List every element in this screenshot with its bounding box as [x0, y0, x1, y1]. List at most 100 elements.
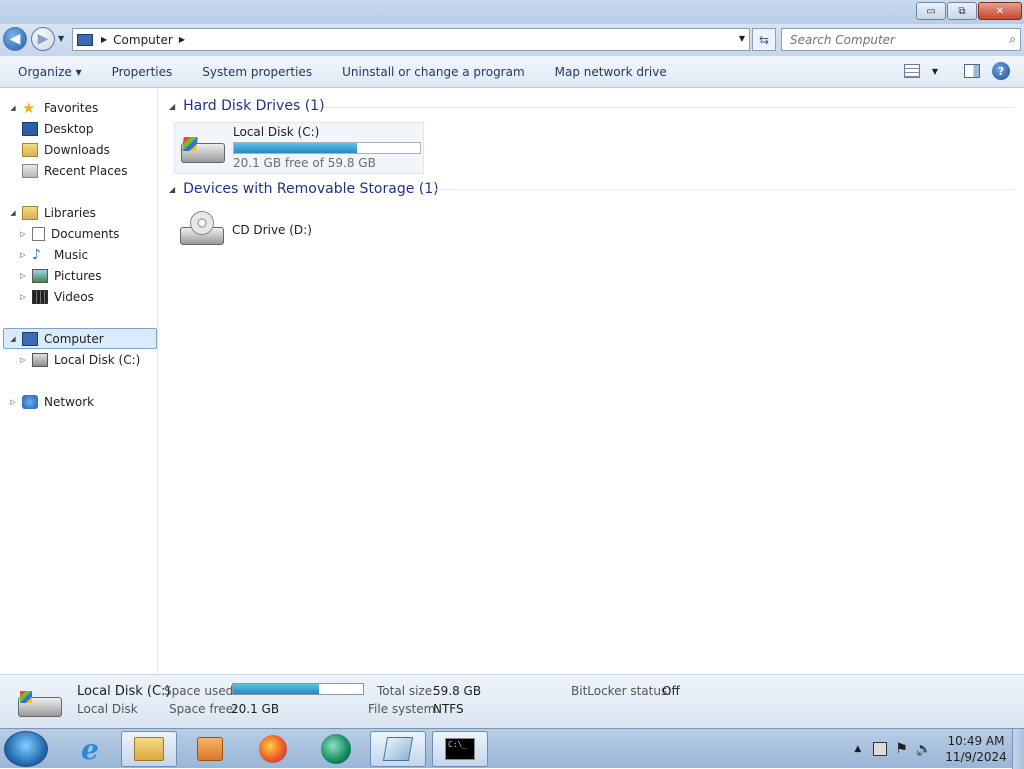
- nav-label: Documents: [51, 226, 120, 241]
- nav-recent-places[interactable]: Recent Places: [18, 160, 127, 181]
- nav-label: Favorites: [44, 100, 99, 115]
- uninstall-program-button[interactable]: Uninstall or change a program: [327, 56, 540, 88]
- nav-documents[interactable]: ▷ Documents: [18, 223, 119, 244]
- address-row: ◀ ▶ ▼ ▶ Computer ▶ ▼ ⇆ ⌕: [0, 24, 1024, 56]
- start-button[interactable]: [4, 731, 48, 767]
- forward-button[interactable]: ▶: [31, 27, 55, 51]
- nav-network[interactable]: ▷ Network: [8, 391, 94, 412]
- properties-button[interactable]: Properties: [97, 56, 188, 88]
- group-title: Hard Disk Drives (1): [183, 98, 325, 114]
- divider: [429, 189, 1014, 190]
- close-button[interactable]: ✕: [978, 2, 1022, 20]
- space-used-bar: [232, 683, 364, 695]
- notepad-icon: [382, 737, 414, 761]
- address-bar[interactable]: ▶ Computer ▶ ▼: [72, 28, 750, 51]
- hard-drive-icon: [32, 352, 48, 367]
- taskbar-windows-explorer[interactable]: [121, 731, 177, 767]
- show-hidden-icons[interactable]: ▲: [854, 744, 861, 754]
- expanded-icon[interactable]: ◢: [8, 335, 18, 343]
- group-header-removable-storage[interactable]: ◢ Devices with Removable Storage (1): [169, 181, 439, 197]
- file-system-value: NTFS: [433, 702, 464, 716]
- volume-muted-icon[interactable]: 🔈: [916, 742, 932, 757]
- change-view-icon[interactable]: [903, 64, 920, 78]
- search-icon[interactable]: ⌕: [1009, 32, 1016, 47]
- collapsed-icon[interactable]: ▷: [18, 356, 28, 364]
- nav-label: Desktop: [44, 121, 94, 136]
- downloads-folder-icon: [22, 142, 38, 157]
- show-desktop-button[interactable]: [1012, 729, 1024, 769]
- chevron-right-icon[interactable]: ▶: [101, 35, 107, 44]
- nav-label: Pictures: [54, 268, 102, 283]
- taskbar-media-player[interactable]: [182, 731, 238, 767]
- collapsed-icon[interactable]: ▷: [18, 272, 28, 280]
- space-used-label: Space used:: [164, 684, 238, 698]
- videos-icon: [32, 289, 48, 304]
- nav-downloads[interactable]: Downloads: [18, 139, 110, 160]
- clock-date: 11/9/2024: [945, 750, 1007, 764]
- refresh-button[interactable]: ⇆: [752, 28, 776, 51]
- network-icon: [22, 394, 38, 409]
- network-status-icon[interactable]: [873, 742, 888, 756]
- nav-videos[interactable]: ▷ Videos: [18, 286, 94, 307]
- drive-local-disk-c[interactable]: Local Disk (C:) 20.1 GB free of 59.8 GB: [174, 122, 424, 174]
- nav-label: Music: [54, 247, 89, 262]
- taskbar-command-prompt[interactable]: C:\_: [432, 731, 488, 767]
- collapse-group-icon[interactable]: ◢: [169, 185, 175, 194]
- search-box[interactable]: ⌕: [781, 28, 1021, 51]
- collapsed-icon[interactable]: ▷: [18, 230, 28, 238]
- collapsed-icon[interactable]: ▷: [18, 293, 28, 301]
- action-center-flag-icon[interactable]: ⚑: [895, 741, 908, 757]
- maximize-button[interactable]: ⧉: [947, 2, 977, 20]
- nav-music[interactable]: ▷ ♪ Music: [18, 244, 88, 265]
- media-player-icon: [197, 737, 223, 761]
- organize-button[interactable]: Organize ▾: [0, 56, 97, 88]
- navigation-pane: ◢ ★ Favorites Desktop Downloads Recent P…: [0, 89, 158, 674]
- recent-pages-dropdown[interactable]: ▼: [58, 34, 64, 43]
- search-input[interactable]: [790, 32, 990, 47]
- title-bar: ▭ ⧉ ✕: [0, 0, 1024, 24]
- nav-label: Recent Places: [44, 163, 128, 178]
- documents-icon: [32, 226, 45, 241]
- nav-favorites[interactable]: ◢ ★ Favorites: [8, 97, 98, 118]
- group-header-hard-disk-drives[interactable]: ◢ Hard Disk Drives (1): [169, 98, 325, 114]
- minimize-button[interactable]: ▭: [916, 2, 946, 20]
- drive-cd-d[interactable]: CD Drive (D:): [174, 207, 354, 257]
- preview-pane-icon[interactable]: [964, 64, 980, 78]
- taskbar-notepad[interactable]: [370, 731, 426, 767]
- collapsed-icon[interactable]: ▷: [8, 398, 18, 406]
- collapsed-icon[interactable]: ▷: [18, 251, 28, 259]
- drive-name: Local Disk (C:): [233, 125, 320, 139]
- map-network-drive-button[interactable]: Map network drive: [540, 56, 682, 88]
- collapse-group-icon[interactable]: ◢: [169, 102, 175, 111]
- system-properties-button[interactable]: System properties: [187, 56, 327, 88]
- bitlocker-value: Off: [662, 684, 680, 698]
- nav-label: Local Disk (C:): [54, 352, 141, 367]
- breadcrumb-computer[interactable]: Computer: [113, 33, 173, 47]
- folder-icon: [134, 737, 164, 761]
- group-title: Devices with Removable Storage (1): [183, 181, 439, 197]
- nav-computer[interactable]: ◢ Computer: [3, 328, 157, 349]
- nav-pictures[interactable]: ▷ Pictures: [18, 265, 102, 286]
- drive-usage-fill: [234, 143, 357, 153]
- drive-usage-bar: [233, 142, 421, 154]
- clock[interactable]: 10:49 AM 11/9/2024: [940, 733, 1012, 765]
- nav-libraries[interactable]: ◢ Libraries: [8, 202, 96, 223]
- star-icon: ★: [22, 98, 36, 117]
- nav-desktop[interactable]: Desktop: [18, 118, 94, 139]
- help-icon[interactable]: ?: [992, 62, 1010, 80]
- nav-label: Videos: [54, 289, 94, 304]
- taskbar-app-green[interactable]: [308, 731, 364, 767]
- nav-label: Downloads: [44, 142, 110, 157]
- computer-icon: [77, 33, 93, 46]
- chevron-down-icon[interactable]: ▼: [739, 34, 745, 43]
- taskbar: e C:\_ ▲ ⚑ 🔈 10:49 AM 11/9/2024: [0, 728, 1024, 769]
- chevron-right-icon[interactable]: ▶: [179, 35, 185, 44]
- chevron-down-icon[interactable]: ▼: [932, 67, 938, 76]
- expanded-icon[interactable]: ◢: [8, 104, 18, 112]
- taskbar-internet-explorer[interactable]: e: [62, 731, 118, 767]
- nav-local-disk[interactable]: ▷ Local Disk (C:): [18, 349, 140, 370]
- libraries-icon: [22, 205, 38, 220]
- back-button[interactable]: ◀: [3, 27, 27, 51]
- taskbar-firefox[interactable]: [245, 731, 301, 767]
- expanded-icon[interactable]: ◢: [8, 209, 18, 217]
